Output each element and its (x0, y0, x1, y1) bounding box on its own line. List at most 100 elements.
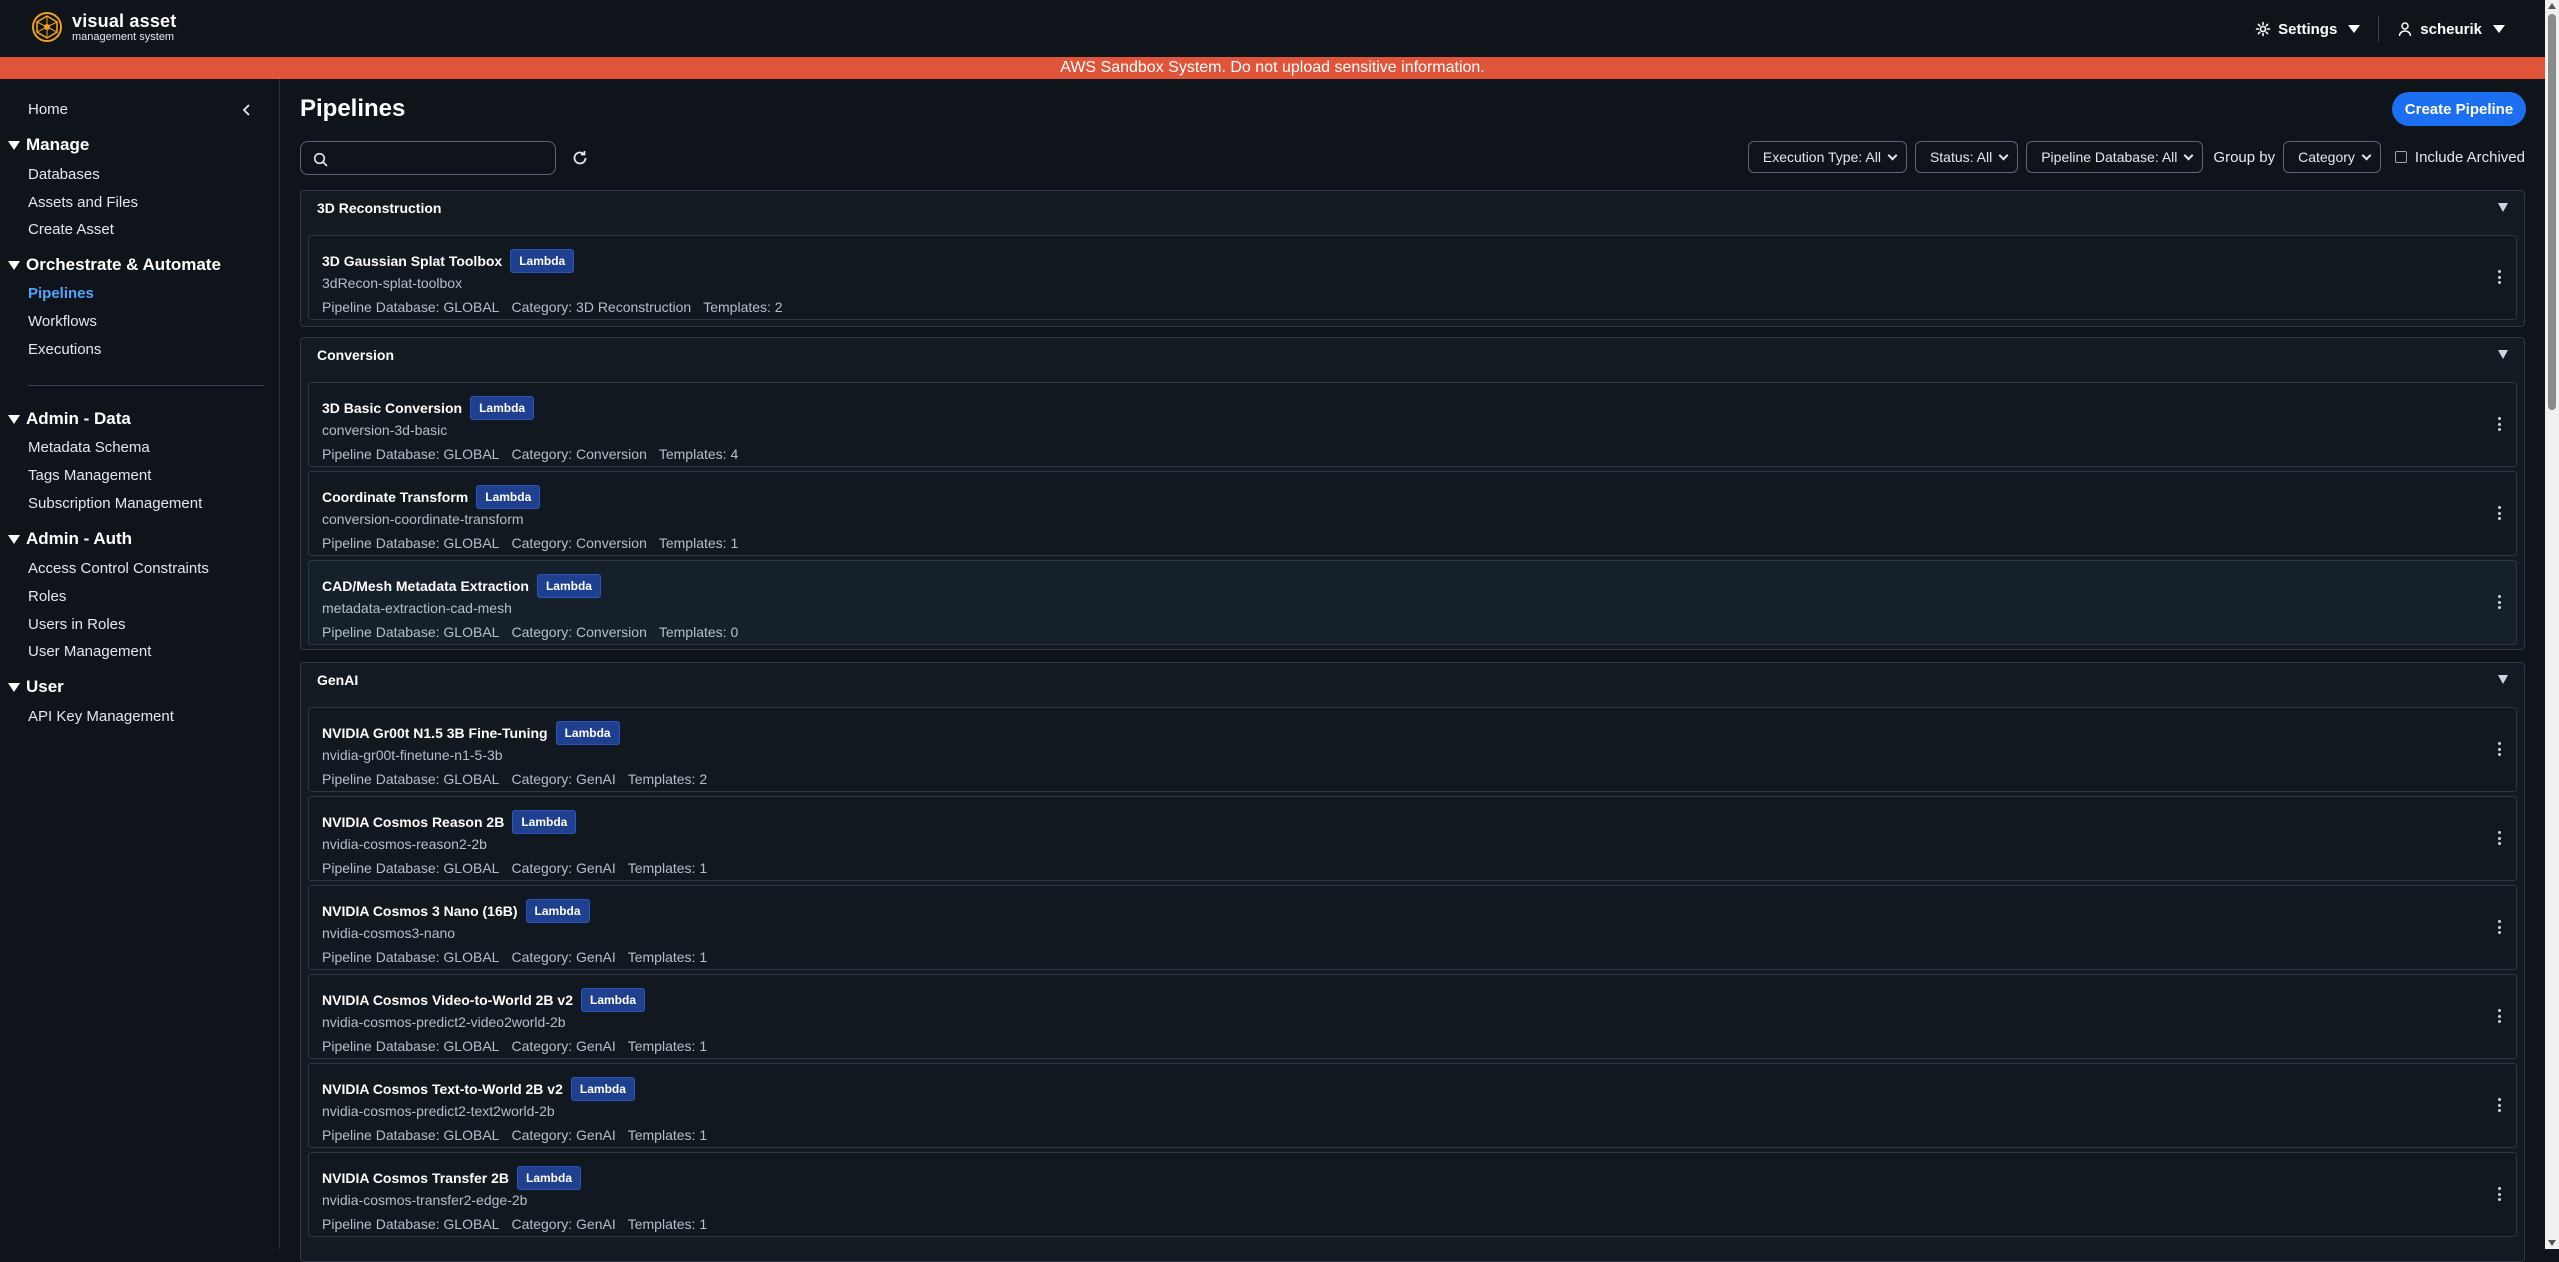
sidebar-item-access-control-constraints[interactable]: Access Control Constraints (28, 560, 209, 577)
group-header[interactable]: 3D Reconstruction (301, 191, 2524, 225)
more-actions-icon[interactable] (2497, 595, 2501, 609)
pipeline-name[interactable]: CAD/Mesh Metadata Extraction (322, 578, 529, 594)
chevron-down-icon (1887, 150, 1898, 160)
pipeline-meta: Pipeline Database: GLOBAL Category: GenAI… (322, 949, 708, 965)
sidebar-item-workflows[interactable]: Workflows (28, 313, 97, 330)
search-input[interactable] (335, 146, 545, 170)
pipeline-name[interactable]: NVIDIA Cosmos Text-to-World 2B v2 (322, 1081, 563, 1097)
pipeline-meta: Pipeline Database: GLOBAL Category: GenAI… (322, 1038, 708, 1054)
sidebar-item-user-management[interactable]: User Management (28, 643, 151, 660)
more-actions-icon[interactable] (2497, 417, 2501, 431)
gear-icon (2255, 21, 2271, 37)
scroll-down-icon[interactable] (2548, 1240, 2556, 1246)
sidebar-item-create-asset[interactable]: Create Asset (28, 221, 114, 238)
pipeline-card[interactable]: NVIDIA Gr00t N1.5 3B Fine-Tuning Lambda n… (308, 707, 2517, 792)
more-actions-icon[interactable] (2497, 742, 2501, 756)
main-content: Pipelines Create Pipeline Execution Type… (300, 79, 2526, 1262)
pipeline-card[interactable]: NVIDIA Cosmos Video-to-World 2B v2 Lambda… (308, 974, 2517, 1059)
pipeline-id: nvidia-cosmos-transfer2-edge-2b (322, 1192, 528, 1208)
more-actions-icon[interactable] (2497, 1009, 2501, 1023)
pipeline-name[interactable]: 3D Gaussian Splat Toolbox (322, 253, 502, 269)
app-logo[interactable]: visual asset management system (30, 10, 176, 44)
sidebar-item-metadata-schema[interactable]: Metadata Schema (28, 439, 150, 456)
pipeline-name[interactable]: Coordinate Transform (322, 489, 468, 505)
execution-type-badge: Lambda (555, 721, 620, 745)
more-actions-icon[interactable] (2497, 1098, 2501, 1112)
group-by-label: Group by (2213, 148, 2276, 166)
pipeline-card[interactable]: Coordinate Transform Lambda conversion-co… (308, 471, 2517, 556)
pipeline-name[interactable]: NVIDIA Cosmos Reason 2B (322, 814, 504, 830)
sandbox-warning-banner: AWS Sandbox System. Do not upload sensit… (0, 57, 2545, 79)
sidebar-nav: Home Manage Databases Assets and Files C… (0, 79, 280, 1249)
pipeline-meta: Pipeline Database: GLOBAL Category: Conve… (322, 535, 739, 551)
pipeline-name[interactable]: NVIDIA Gr00t N1.5 3B Fine-Tuning (322, 725, 548, 741)
settings-menu-button[interactable]: Settings (2255, 20, 2361, 38)
pipeline-card[interactable]: 3D Basic Conversion Lambda conversion-3d-… (308, 382, 2517, 467)
expand-triangle-icon (8, 260, 20, 270)
execution-type-badge: Lambda (516, 1166, 581, 1190)
page-scrollbar[interactable] (2545, 0, 2559, 1249)
more-actions-icon[interactable] (2497, 270, 2501, 284)
pipeline-card[interactable]: CAD/Mesh Metadata Extraction Lambda metad… (308, 560, 2517, 645)
collapse-sidebar-icon[interactable] (240, 103, 254, 117)
execution-type-select[interactable]: Execution Type: All (1747, 141, 1907, 173)
pipeline-card[interactable]: 3D Gaussian Splat Toolbox Lambda 3dRecon-… (308, 235, 2517, 320)
settings-label: Settings (2278, 20, 2338, 38)
more-actions-icon[interactable] (2497, 506, 2501, 520)
chevron-down-icon (2361, 150, 2372, 160)
group-header[interactable]: GenAI (301, 663, 2524, 697)
more-actions-icon[interactable] (2497, 831, 2501, 845)
expand-triangle-icon (8, 414, 20, 424)
sidebar-item-executions[interactable]: Executions (28, 341, 101, 358)
more-actions-icon[interactable] (2497, 1187, 2501, 1201)
group-header[interactable]: Conversion (301, 338, 2524, 372)
page-title: Pipelines (300, 95, 406, 122)
sidebar-item-pipelines[interactable]: Pipelines (28, 285, 94, 302)
include-archived-toggle[interactable]: Include Archived (2394, 149, 2525, 166)
pipeline-card[interactable]: NVIDIA Cosmos Reason 2B Lambda nvidia-cos… (308, 796, 2517, 881)
section-admin-data[interactable]: Admin - Data (8, 409, 131, 429)
collapse-triangle-icon[interactable] (2498, 675, 2508, 684)
status-select[interactable]: Status: All (1914, 141, 2019, 173)
chevron-down-icon (2183, 150, 2194, 160)
section-user[interactable]: User (8, 677, 64, 697)
top-header: visual asset management system Settings … (0, 0, 2545, 57)
expand-triangle-icon (8, 534, 20, 544)
sidebar-item-roles[interactable]: Roles (28, 588, 66, 605)
sidebar-item-databases[interactable]: Databases (28, 166, 100, 183)
pipeline-database-select[interactable]: Pipeline Database: All (2026, 141, 2204, 173)
execution-type-badge: Lambda (536, 574, 601, 598)
search-box[interactable] (300, 141, 556, 175)
scroll-up-icon[interactable] (2548, 3, 2556, 9)
sidebar-item-users-in-roles[interactable]: Users in Roles (28, 616, 126, 633)
search-icon (313, 152, 328, 167)
section-manage[interactable]: Manage (8, 135, 89, 155)
pipeline-name[interactable]: 3D Basic Conversion (322, 400, 462, 416)
refresh-icon[interactable] (570, 148, 590, 168)
collapse-triangle-icon[interactable] (2498, 350, 2508, 359)
group-by-select[interactable]: Category (2283, 141, 2381, 173)
pipeline-card[interactable]: NVIDIA Cosmos Text-to-World 2B v2 Lambda … (308, 1063, 2517, 1148)
user-menu-button[interactable]: scheurik (2397, 21, 2505, 38)
pipeline-card[interactable]: NVIDIA Cosmos Transfer 2B Lambda nvidia-c… (308, 1152, 2517, 1237)
logo-subtitle: management system (72, 30, 175, 43)
pipeline-card[interactable]: NVIDIA Cosmos 3 Nano (16B) Lambda nvidia-… (308, 885, 2517, 970)
scrollbar-thumb[interactable] (2548, 14, 2556, 410)
more-actions-icon[interactable] (2497, 920, 2501, 934)
create-pipeline-button[interactable]: Create Pipeline (2392, 92, 2526, 126)
sidebar-item-tags-management[interactable]: Tags Management (28, 467, 151, 484)
sidebar-item-api-key-management[interactable]: API Key Management (28, 708, 174, 725)
sidebar-item-home[interactable]: Home (28, 101, 68, 118)
sidebar-item-assets-and-files[interactable]: Assets and Files (28, 194, 138, 211)
pipeline-meta: Pipeline Database: GLOBAL Category: GenAI… (322, 860, 708, 876)
sidebar-item-subscription-management[interactable]: Subscription Management (28, 495, 202, 512)
collapse-triangle-icon[interactable] (2498, 203, 2508, 212)
section-orchestrate-automate[interactable]: Orchestrate & Automate (8, 255, 221, 275)
pipeline-id: nvidia-cosmos-reason2-2b (322, 836, 487, 852)
section-admin-auth[interactable]: Admin - Auth (8, 529, 132, 549)
pipeline-id: conversion-3d-basic (322, 422, 448, 438)
pipeline-name[interactable]: NVIDIA Cosmos Transfer 2B (322, 1170, 509, 1186)
include-archived-checkbox[interactable] (2394, 151, 2407, 163)
pipeline-name[interactable]: NVIDIA Cosmos 3 Nano (16B) (322, 903, 518, 919)
pipeline-name[interactable]: NVIDIA Cosmos Video-to-World 2B v2 (322, 992, 573, 1008)
